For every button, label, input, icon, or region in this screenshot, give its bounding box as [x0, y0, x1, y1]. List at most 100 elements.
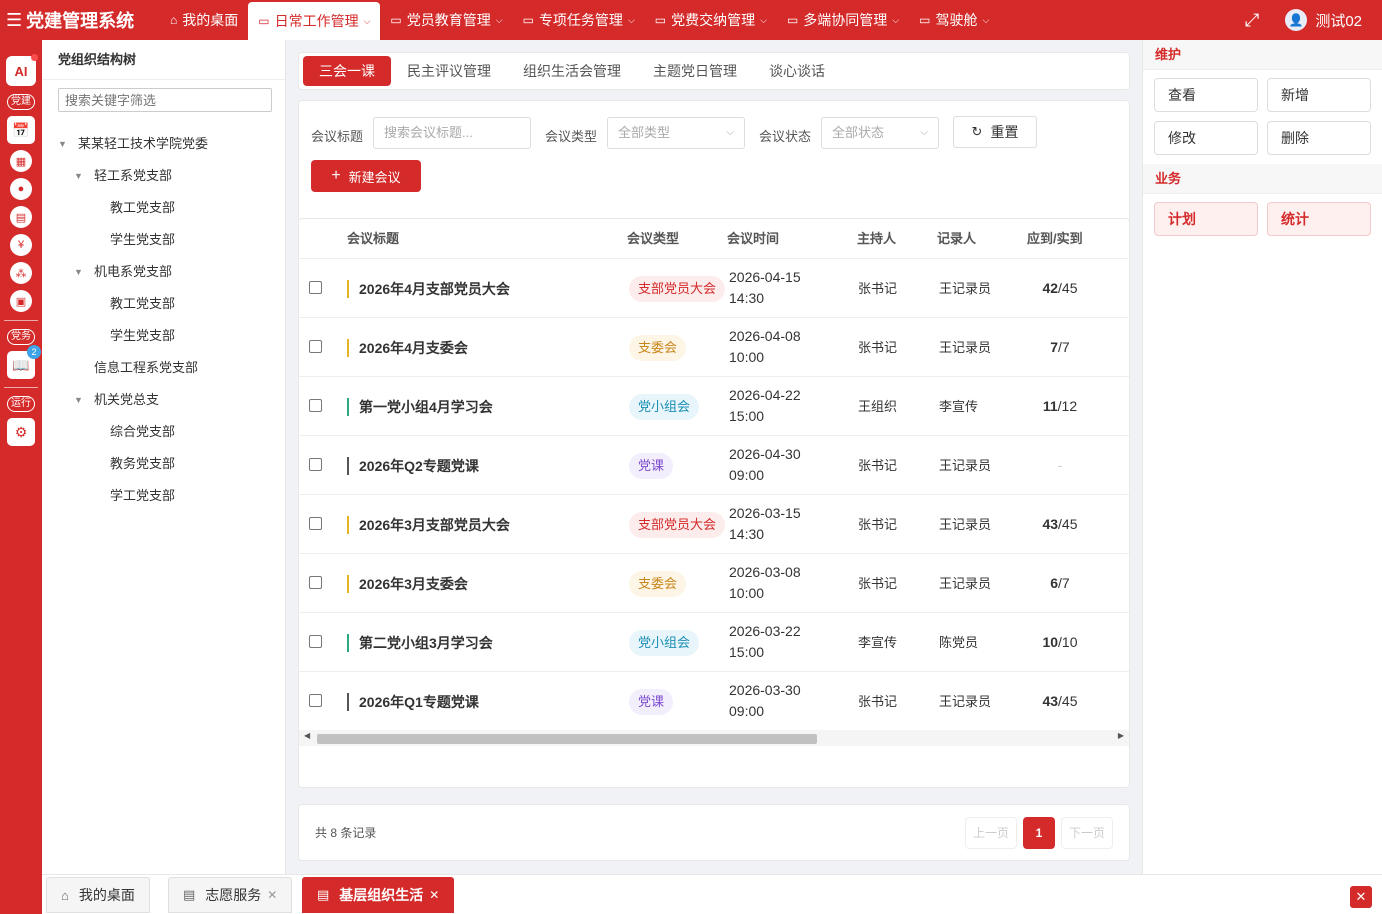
caret-down-icon[interactable]: ▼	[74, 384, 88, 416]
table-row[interactable]: 2026年3月支部党员大会 支部党员大会 2026-03-15 14:30 张书记 王记录…	[299, 495, 1129, 554]
schedule-icon[interactable]: ▦	[10, 150, 32, 172]
meeting-title[interactable]: 第一党小组4月学习会	[347, 377, 493, 436]
horizontal-scrollbar[interactable]: ◀ ▶	[299, 730, 1129, 746]
scroll-right-icon[interactable]: ▶	[1118, 731, 1124, 740]
tree-node[interactable]: ▼ 轻工系党支部	[42, 160, 286, 192]
book-icon[interactable]: 📖 2	[7, 345, 41, 379]
meeting-attendance: 7/7	[1007, 318, 1113, 377]
row-checkbox[interactable]	[309, 340, 322, 353]
add-button[interactable]: 新增	[1267, 78, 1371, 112]
chevron-down-icon: ⌵	[726, 127, 734, 138]
row-checkbox[interactable]	[309, 576, 322, 589]
menu-icon[interactable]: ☰	[6, 10, 22, 31]
user-avatar-icon[interactable]: 👤	[1285, 9, 1308, 31]
gear-icon[interactable]: ⚙	[7, 418, 35, 446]
meeting-title[interactable]: 2026年Q2专题党课	[347, 436, 479, 495]
table-row[interactable]: 第二党小组3月学习会 党小组会 2026-03-22 15:00 李宣传 陈党员 10/10	[299, 613, 1129, 672]
caret-down-icon[interactable]: ▼	[58, 128, 72, 160]
plan-button[interactable]: 计划	[1154, 202, 1258, 236]
tree-node-label: 教务党支部	[110, 456, 176, 471]
sub-tab-2[interactable]: 组织生活会管理	[507, 56, 637, 86]
meeting-title[interactable]: 2026年Q1专题党课	[347, 672, 479, 731]
table-row[interactable]: 2026年4月支委会 支委会 2026-04-08 10:00 张书记 王记录员 7/7	[299, 318, 1129, 377]
tree-node[interactable]: 信息工程系党支部	[42, 352, 286, 384]
meeting-title[interactable]: 2026年4月支部党员大会	[347, 259, 510, 318]
document-icon[interactable]: ▤	[10, 206, 32, 228]
meeting-title[interactable]: 2026年3月支部党员大会	[347, 495, 510, 554]
tree-node[interactable]: 教工党支部	[42, 288, 286, 320]
tree-node-label: 信息工程系党支部	[94, 360, 199, 375]
screen-icon[interactable]: ▣	[10, 290, 32, 312]
stats-button[interactable]: 统计	[1267, 202, 1371, 236]
tree-node[interactable]: ▼ 机关党总支	[42, 384, 286, 416]
meeting-recorder: 王记录员	[939, 340, 992, 355]
table-row[interactable]: 2026年Q1专题党课 党课 2026-03-30 09:00 张书记 王记录员 43/45	[299, 672, 1129, 731]
plus-icon: +	[331, 167, 341, 184]
bottom-tab-1[interactable]: ▤ 志愿服务 ✕	[168, 877, 293, 913]
tree-node[interactable]: 学工党支部	[42, 480, 286, 512]
tree-node[interactable]: ▼ 某某轻工技术学院党委	[42, 128, 286, 160]
edit-button[interactable]: 修改	[1154, 121, 1258, 155]
caret-down-icon[interactable]: ▼	[74, 256, 88, 288]
member-icon[interactable]: ●	[10, 178, 32, 200]
tree-node-label: 学工党支部	[110, 488, 176, 503]
ai-assistant-button[interactable]: AI	[6, 54, 38, 86]
bottom-tab-0[interactable]: ⌂ 我的桌面	[46, 877, 150, 913]
tree-node[interactable]: 教务党支部	[42, 448, 286, 480]
nav-tab-label: 党员教育管理	[406, 12, 491, 28]
table-row[interactable]: 2026年4月支部党员大会 支部党员大会 2026-04-15 14:30 张书记 王记录…	[299, 259, 1129, 318]
delete-button[interactable]: 删除	[1267, 121, 1371, 155]
nav-tab-5[interactable]: ▭ 多端协同管理 ⌵	[777, 0, 909, 40]
calendar-icon[interactable]: 📅	[7, 116, 35, 144]
close-icon[interactable]: ✕	[267, 888, 277, 902]
current-page[interactable]: 1	[1023, 817, 1055, 849]
nav-tab-1[interactable]: ▭ 日常工作管理 ⌵	[248, 2, 381, 40]
sub-tab-1[interactable]: 民主评议管理	[391, 56, 507, 86]
tree-node[interactable]: 教工党支部	[42, 192, 286, 224]
username[interactable]: 测试02	[1315, 10, 1362, 31]
close-all-icon[interactable]: ✕	[1350, 886, 1372, 908]
row-checkbox[interactable]	[309, 281, 322, 294]
folder-icon: ▭	[522, 13, 534, 27]
sub-tab-3[interactable]: 主题党日管理	[637, 56, 753, 86]
nav-tab-4[interactable]: ▭ 党费交纳管理 ⌵	[645, 0, 777, 40]
meeting-title[interactable]: 2026年4月支委会	[347, 318, 468, 377]
close-icon[interactable]: ✕	[429, 888, 439, 902]
scroll-left-icon[interactable]: ◀	[304, 731, 310, 740]
bottom-tab-2[interactable]: ▤ 基层组织生活 ✕	[302, 877, 455, 913]
tree-node[interactable]: 综合党支部	[42, 416, 286, 448]
nav-tab-2[interactable]: ▭ 党员教育管理 ⌵	[380, 0, 512, 40]
tree-search-input[interactable]	[58, 88, 272, 112]
view-button[interactable]: 查看	[1154, 78, 1258, 112]
row-checkbox[interactable]	[309, 694, 322, 707]
sub-tab-0[interactable]: 三会一课	[303, 56, 391, 86]
meeting-title[interactable]: 第二党小组3月学习会	[347, 613, 493, 672]
nav-tab-3[interactable]: ▭ 专项任务管理 ⌵	[513, 0, 645, 40]
title-search-input[interactable]: 搜索会议标题...	[373, 117, 531, 149]
fee-icon[interactable]: ¥	[10, 234, 32, 256]
tree-node[interactable]: 学生党支部	[42, 320, 286, 352]
tree-node[interactable]: ▼ 机电系党支部	[42, 256, 286, 288]
tree-node[interactable]: 学生党支部	[42, 224, 286, 256]
row-checkbox[interactable]	[309, 399, 322, 412]
status-select[interactable]: 全部状态 ⌵	[821, 117, 939, 149]
row-checkbox[interactable]	[309, 458, 322, 471]
fullscreen-icon[interactable]: ⤢	[1245, 10, 1259, 31]
type-select[interactable]: 全部类型 ⌵	[607, 117, 745, 149]
caret-down-icon[interactable]: ▼	[74, 160, 88, 192]
meeting-title[interactable]: 2026年3月支委会	[347, 554, 468, 613]
new-meeting-button[interactable]: + 新建会议	[311, 160, 421, 192]
table-row[interactable]: 2026年3月支委会 支委会 2026-03-08 10:00 张书记 王记录员 6/7	[299, 554, 1129, 613]
next-page-button[interactable]: 下一页	[1061, 817, 1113, 849]
network-icon[interactable]: ⁂	[10, 262, 32, 284]
scrollbar-thumb[interactable]	[317, 734, 817, 744]
sub-tab-4[interactable]: 谈心谈话	[753, 56, 841, 86]
reset-button[interactable]: ↻ 重置	[953, 116, 1037, 148]
prev-page-button[interactable]: 上一页	[965, 817, 1017, 849]
table-row[interactable]: 第一党小组4月学习会 党小组会 2026-04-22 15:00 王组织 李宣传 11/12	[299, 377, 1129, 436]
row-checkbox[interactable]	[309, 517, 322, 530]
table-row[interactable]: 2026年Q2专题党课 党课 2026-04-30 09:00 张书记 王记录员 -	[299, 436, 1129, 495]
row-checkbox[interactable]	[309, 635, 322, 648]
nav-tab-0[interactable]: ⌂ 我的桌面	[160, 0, 248, 40]
nav-tab-6[interactable]: ▭ 驾驶舱 ⌵	[909, 0, 999, 40]
